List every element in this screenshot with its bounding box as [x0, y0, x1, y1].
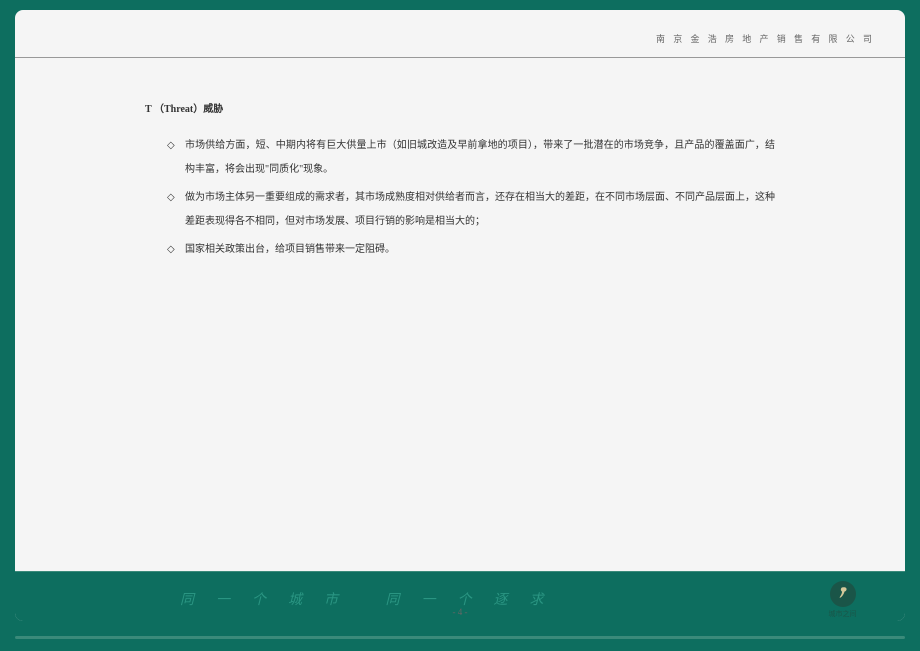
main-content: T （Threat）威胁 ◇ 市场供给方面，短、中期内将有巨大供量上市（如旧城改…	[15, 58, 905, 286]
list-item: ◇ 市场供给方面，短、中期内将有巨大供量上市（如旧城改造及早前拿地的项目），带来…	[167, 134, 775, 182]
bullet-list: ◇ 市场供给方面，短、中期内将有巨大供量上市（如旧城改造及早前拿地的项目），带来…	[145, 134, 775, 262]
bird-icon	[830, 581, 856, 607]
bullet-text: 国家相关政策出台，给项目销售带来一定阻碍。	[185, 244, 395, 255]
page-header: 南 京 金 浩 房 地 产 销 售 有 限 公 司	[15, 10, 905, 58]
footer-divider	[15, 571, 905, 572]
section-title: T （Threat）威胁	[145, 98, 775, 122]
diamond-icon: ◇	[167, 134, 175, 158]
list-item: ◇ 国家相关政策出台，给项目销售带来一定阻碍。	[167, 238, 775, 262]
company-name: 南 京 金 浩 房 地 产 销 售 有 限 公 司	[656, 32, 875, 45]
bottom-accent-bar	[15, 636, 905, 639]
diamond-icon: ◇	[167, 238, 175, 262]
logo-text: 城市之间	[829, 609, 857, 619]
bullet-text: 做为市场主体另一重要组成的需求者，其市场成熟度相对供给者而言，还存在相当大的差距…	[185, 192, 775, 227]
diamond-icon: ◇	[167, 186, 175, 210]
logo-area: 城市之间	[815, 571, 870, 619]
list-item: ◇ 做为市场主体另一重要组成的需求者，其市场成熟度相对供给者而言，还存在相当大的…	[167, 186, 775, 234]
bullet-text: 市场供给方面，短、中期内将有巨大供量上市（如旧城改造及早前拿地的项目），带来了一…	[185, 140, 775, 175]
page-number: - 4 -	[453, 607, 468, 617]
document-page: 南 京 金 浩 房 地 产 销 售 有 限 公 司 T （Threat）威胁 ◇…	[15, 10, 905, 621]
footer-slogan: 同一个城市 同一个逐求	[180, 589, 566, 609]
